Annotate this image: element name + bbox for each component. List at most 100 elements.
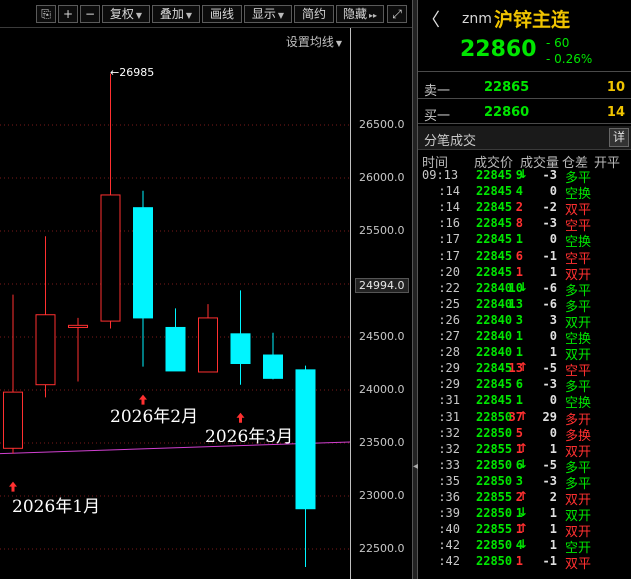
price-tick-label: 23000.0: [359, 489, 405, 502]
candle-down: [133, 207, 153, 319]
contract-name: 沪锌主连: [494, 9, 571, 31]
date-label-jan: 2026年1月: [12, 497, 101, 517]
tick-row: :17 22845 1 0 空换: [418, 232, 631, 250]
tick-row: :17 22845 6 -1 空平: [418, 248, 631, 267]
tick-oi-change: 0: [549, 425, 557, 440]
tick-oi-change: 1: [549, 538, 557, 553]
kline-chart-area[interactable]: ⎘ + − 复权 ▼ 叠加 ▼ 画线 显示 ▼ 简约 隐藏 ▸▸ ⤢ 设置均线 ▼ 265…: [0, 0, 412, 579]
price-tick-label: 23500.0: [359, 436, 405, 449]
tick-time: :14: [438, 184, 460, 199]
tick-oi-change: 29: [542, 409, 557, 424]
tick-row: :42 22850 1 -1 双平: [418, 554, 631, 573]
tick-time: :17: [438, 232, 460, 247]
tick-time: :25: [438, 296, 460, 311]
price-change: - 60: [546, 36, 570, 50]
tick-oi-change: 1: [549, 506, 557, 521]
tick-volume: 6: [515, 457, 523, 472]
tick-volume: 2: [515, 200, 523, 215]
price-tick-label: 24000.0: [359, 383, 405, 396]
tick-volume: 13: [508, 361, 523, 376]
tick-volume: 1: [515, 329, 523, 343]
back-arrow-icon[interactable]: 〈: [422, 6, 440, 32]
tick-row: :29 22845 6 -3 多平: [418, 377, 631, 395]
tick-oi-change: -3: [542, 168, 557, 182]
tick-volume: 1: [515, 345, 523, 360]
tick-volume: 1: [515, 232, 523, 247]
tick-time: :27: [438, 329, 460, 343]
tick-volume: 1: [515, 522, 523, 537]
tick-time: :31: [438, 393, 460, 408]
tick-time: :40: [438, 522, 460, 537]
date-label-feb: 2026年2月: [110, 407, 199, 427]
tick-volume: 10: [508, 280, 523, 295]
candle-down: [165, 326, 186, 372]
tick-oi-change: -1: [542, 248, 557, 263]
tick-row: 09:13 22845 ↓ 9 -3 多平: [418, 167, 631, 186]
tick-oi-change: -2: [542, 200, 557, 215]
detail-button[interactable]: 详: [609, 128, 629, 147]
tick-volume: 1: [515, 506, 523, 521]
tick-row: :27 22840 1 0 空换: [418, 329, 631, 347]
quote-panel: 〈 znm 沪锌主连 22860 - 60 - 0.26% 卖一 22865 1…: [418, 0, 631, 579]
bid-price: 22860: [484, 105, 530, 120]
tick-volume: 1: [515, 441, 523, 456]
ask-row: 卖一 22865 10: [418, 75, 631, 99]
tick-row: :36 22855 ↑ 2 2 双开: [418, 489, 631, 508]
tick-oi-change: -3: [542, 377, 557, 392]
tick-oi-change: 0: [549, 393, 557, 408]
tick-time: :32: [438, 425, 460, 440]
tick-time: :16: [438, 216, 460, 231]
tick-time: :31: [438, 409, 460, 424]
date-label-mar: 2026年3月: [205, 427, 294, 447]
tick-time: :35: [438, 473, 460, 488]
tick-oi-change: 2: [549, 490, 557, 504]
tick-volume: 9: [515, 168, 523, 182]
price-change-pct: - 0.26%: [546, 52, 593, 66]
tick-time: :36: [438, 490, 460, 504]
price-tick-label: 24500.0: [359, 330, 405, 343]
tick-volume: 8: [515, 216, 523, 231]
tick-row: :28 22840 1 1 双开: [418, 345, 631, 363]
tick-volume: 3: [515, 312, 523, 327]
tick-oi-change: 1: [549, 345, 557, 360]
high-price-label: ←26985: [110, 66, 155, 79]
tick-row: :29 22845 ↑ 13 -5 空平: [418, 360, 631, 379]
tick-row: :32 22855 ↑ 1 1 双开: [418, 441, 631, 460]
tick-oi-change: 0: [549, 184, 557, 199]
tick-oi-change: 0: [549, 329, 557, 343]
contract-code: znm: [462, 11, 492, 27]
tick-oi-change: 1: [549, 522, 557, 537]
tick-nature: 双平: [565, 557, 592, 573]
tick-time: :39: [438, 506, 460, 521]
tick-oi-change: 1: [549, 441, 557, 456]
tick-row: :14 22845 4 0 空换: [418, 184, 631, 202]
tick-volume: 5: [515, 425, 523, 440]
candle-up: [68, 324, 88, 328]
last-price: 22860: [460, 37, 537, 62]
tick-time: :22: [438, 280, 460, 295]
current-price-marker: 24994.0: [355, 277, 409, 293]
price-tick-label: 26000.0: [359, 171, 405, 184]
collapse-arrow-icon[interactable]: ◂: [413, 458, 418, 476]
tick-time: :28: [438, 345, 460, 360]
tick-oi-change: 3: [549, 312, 557, 327]
tick-row: :31 22850 ↑ 37 29 多开: [418, 409, 631, 428]
tick-row: :22 22840 ↓ 10 -6 多平: [418, 280, 631, 299]
tick-volume: 1: [515, 393, 523, 408]
tick-time: :29: [438, 377, 460, 392]
tick-time: :20: [438, 264, 460, 279]
tick-row: :39 22850 ↓ 1 1 双开: [418, 505, 631, 524]
tick-trades-title: 分笔成交: [424, 134, 477, 149]
tick-volume: 2: [515, 490, 523, 504]
tick-trades-title-bar: 分笔成交 详: [418, 126, 631, 150]
candle-down: [230, 333, 251, 365]
price-axis: 26500.026000.025500.025000.024500.024000…: [350, 28, 412, 579]
candle-up: [35, 314, 56, 386]
tick-volume: 3: [515, 473, 523, 488]
tick-time: :26: [438, 312, 460, 327]
candle-down: [263, 354, 283, 379]
tick-time: :33: [438, 457, 460, 472]
tick-volume: 4: [515, 538, 523, 553]
tick-table-header: 时间 成交价 成交量 仓差 开平: [418, 150, 631, 171]
bid-row: 买一 22860 14: [418, 100, 631, 124]
